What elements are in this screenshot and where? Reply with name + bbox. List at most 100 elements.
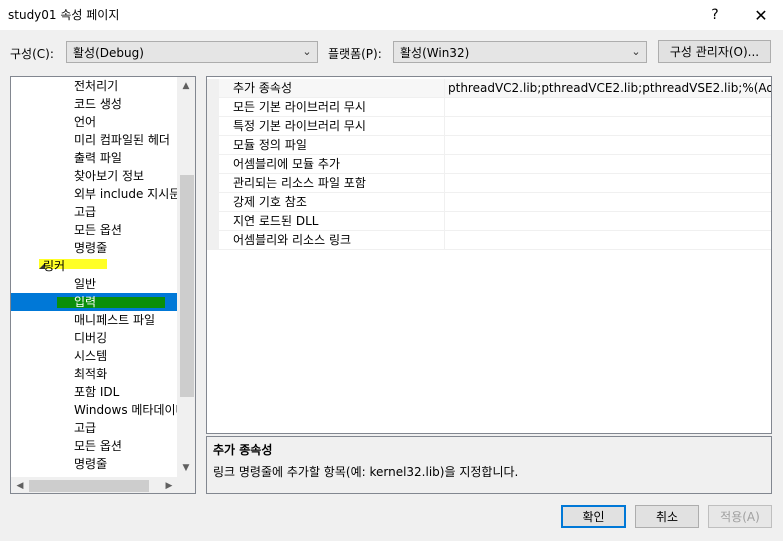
property-tree: 전처리기코드 생성언어미리 컴파일된 헤더출력 파일찾아보기 정보외부 incl… <box>10 76 196 494</box>
tree-item-label: 전처리기 <box>74 79 119 93</box>
property-row[interactable]: 모듈 정의 파일 <box>207 136 771 155</box>
row-gutter <box>207 155 219 174</box>
description-text: 링크 명령줄에 추가할 항목(예: kernel32.lib)을 지정합니다. <box>213 465 519 479</box>
property-name: 관리되는 리소스 파일 포함 <box>233 176 366 190</box>
tree-item[interactable]: 입력 <box>11 293 177 311</box>
tree-item[interactable]: 외부 include 지시문 <box>11 185 177 203</box>
property-value[interactable] <box>444 212 771 231</box>
tree-item[interactable]: Windows 메타데이터 <box>11 401 177 419</box>
property-name: 어셈블리에 모듈 추가 <box>233 157 340 171</box>
tree-group-linker[interactable]: ◢ 링커 <box>11 257 177 275</box>
tree-item[interactable]: 고급 <box>11 203 177 221</box>
property-name: 어셈블리와 리소스 링크 <box>233 233 352 247</box>
property-value[interactable]: pthreadVC2.lib;pthreadVCE2.lib;pthreadVS… <box>444 79 771 98</box>
tree-item-label: 일반 <box>74 277 97 291</box>
property-value[interactable] <box>444 231 771 250</box>
property-row[interactable]: 모든 기본 라이브러리 무시 <box>207 98 771 117</box>
scroll-left-icon[interactable]: ◀ <box>12 478 28 493</box>
property-name: 강제 기호 참조 <box>233 195 307 209</box>
tree-item-label: 외부 include 지시문 <box>74 187 177 201</box>
tree-item[interactable]: 출력 파일 <box>11 149 177 167</box>
row-gutter <box>207 117 219 136</box>
chevron-down-icon: ⌄ <box>631 45 641 58</box>
help-icon: ? <box>711 7 719 23</box>
tree-vertical-scroll-thumb[interactable] <box>180 175 194 397</box>
property-row[interactable]: 추가 종속성 pthreadVC2.lib;pthreadVCE2.lib;pth… <box>207 79 771 98</box>
tree-item[interactable]: 찾아보기 정보 <box>11 167 177 185</box>
description-panel: 추가 종속성 링크 명령줄에 추가할 항목(예: kernel32.lib)을 … <box>206 436 772 494</box>
property-value[interactable] <box>444 155 771 174</box>
tree-item-label: 코드 생성 <box>74 97 122 111</box>
tree-horizontal-scroll-thumb[interactable] <box>29 480 149 492</box>
row-gutter <box>207 231 219 250</box>
scroll-right-icon[interactable]: ▶ <box>161 478 177 493</box>
property-name: 지연 로드된 DLL <box>233 214 319 228</box>
row-gutter <box>207 98 219 117</box>
tree-item-label: 입력 <box>74 295 97 309</box>
row-gutter <box>207 174 219 193</box>
tree-item-label: 명령줄 <box>74 241 108 255</box>
close-icon: ✕ <box>754 5 768 25</box>
tree-item[interactable]: 명령줄 <box>11 455 177 473</box>
tree-item[interactable]: 일반 <box>11 275 177 293</box>
config-manager-button[interactable]: 구성 관리자(O)... <box>658 40 771 63</box>
property-name: 특정 기본 라이브러리 무시 <box>233 119 366 133</box>
property-name: 모듈 정의 파일 <box>233 138 307 152</box>
scroll-down-icon[interactable]: ▼ <box>178 460 194 476</box>
tree-item-label: 포함 IDL <box>74 385 120 399</box>
close-button[interactable]: ✕ <box>738 0 783 30</box>
tree-item[interactable]: 포함 IDL <box>11 383 177 401</box>
tree-item[interactable]: 고급 <box>11 419 177 437</box>
cancel-button[interactable]: 취소 <box>635 505 699 528</box>
tree-item-label: 매니페스트 파일 <box>74 313 156 327</box>
property-row[interactable]: 특정 기본 라이브러리 무시 <box>207 117 771 136</box>
apply-button[interactable]: 적용(A) <box>708 505 772 528</box>
tree-item-label: 미리 컴파일된 헤더 <box>74 133 170 147</box>
description-title: 추가 종속성 <box>213 443 273 457</box>
tree-item-label: 고급 <box>74 421 97 435</box>
tree-item-label: 시스템 <box>74 349 108 363</box>
ok-button[interactable]: 확인 <box>561 505 626 528</box>
property-name: 모든 기본 라이브러리 무시 <box>233 100 366 114</box>
row-gutter <box>207 136 219 155</box>
tree-item[interactable]: 디버깅 <box>11 329 177 347</box>
property-value[interactable] <box>444 98 771 117</box>
platform-select[interactable]: 활성(Win32) ⌄ <box>393 41 647 63</box>
tree-item[interactable]: 모든 옵션 <box>11 221 177 239</box>
help-button[interactable]: ? <box>692 0 738 30</box>
tree-item[interactable]: 최적화 <box>11 365 177 383</box>
tree-item[interactable]: 코드 생성 <box>11 95 177 113</box>
property-value[interactable] <box>444 174 771 193</box>
tree-item-label: 모든 옵션 <box>74 439 122 453</box>
property-row[interactable]: 강제 기호 참조 <box>207 193 771 212</box>
tree-item[interactable]: 시스템 <box>11 347 177 365</box>
property-value[interactable] <box>444 117 771 136</box>
config-label: 구성(C): <box>10 47 54 61</box>
row-gutter <box>207 193 219 212</box>
tree-item-label: 출력 파일 <box>74 151 122 165</box>
tree-item[interactable]: 명령줄 <box>11 239 177 257</box>
tree-item[interactable]: 미리 컴파일된 헤더 <box>11 131 177 149</box>
tree-item[interactable]: 매니페스트 파일 <box>11 311 177 329</box>
property-value[interactable] <box>444 136 771 155</box>
property-row[interactable]: 어셈블리에 모듈 추가 <box>207 155 771 174</box>
tree-item[interactable]: 전처리기 <box>11 77 177 95</box>
property-grid: 추가 종속성 pthreadVC2.lib;pthreadVCE2.lib;pth… <box>206 76 772 434</box>
platform-value: 활성(Win32) <box>400 45 470 60</box>
property-row[interactable]: 관리되는 리소스 파일 포함 <box>207 174 771 193</box>
property-value[interactable] <box>444 193 771 212</box>
tree-item-label: 고급 <box>74 205 97 219</box>
property-row[interactable]: 어셈블리와 리소스 링크 <box>207 231 771 250</box>
config-value: 활성(Debug) <box>73 45 144 60</box>
tree-item-label: 최적화 <box>74 367 108 381</box>
tree-item[interactable]: 언어 <box>11 113 177 131</box>
config-select[interactable]: 활성(Debug) ⌄ <box>66 41 318 63</box>
property-name: 추가 종속성 <box>233 81 293 95</box>
scroll-up-icon[interactable]: ▲ <box>178 78 194 94</box>
property-row[interactable]: 지연 로드된 DLL <box>207 212 771 231</box>
tree-item[interactable]: 모든 옵션 <box>11 437 177 455</box>
tree-item-label: 디버깅 <box>74 331 108 345</box>
platform-label: 플랫폼(P): <box>328 47 382 61</box>
tree-item-label: 링커 <box>43 259 66 273</box>
row-gutter <box>207 79 219 98</box>
